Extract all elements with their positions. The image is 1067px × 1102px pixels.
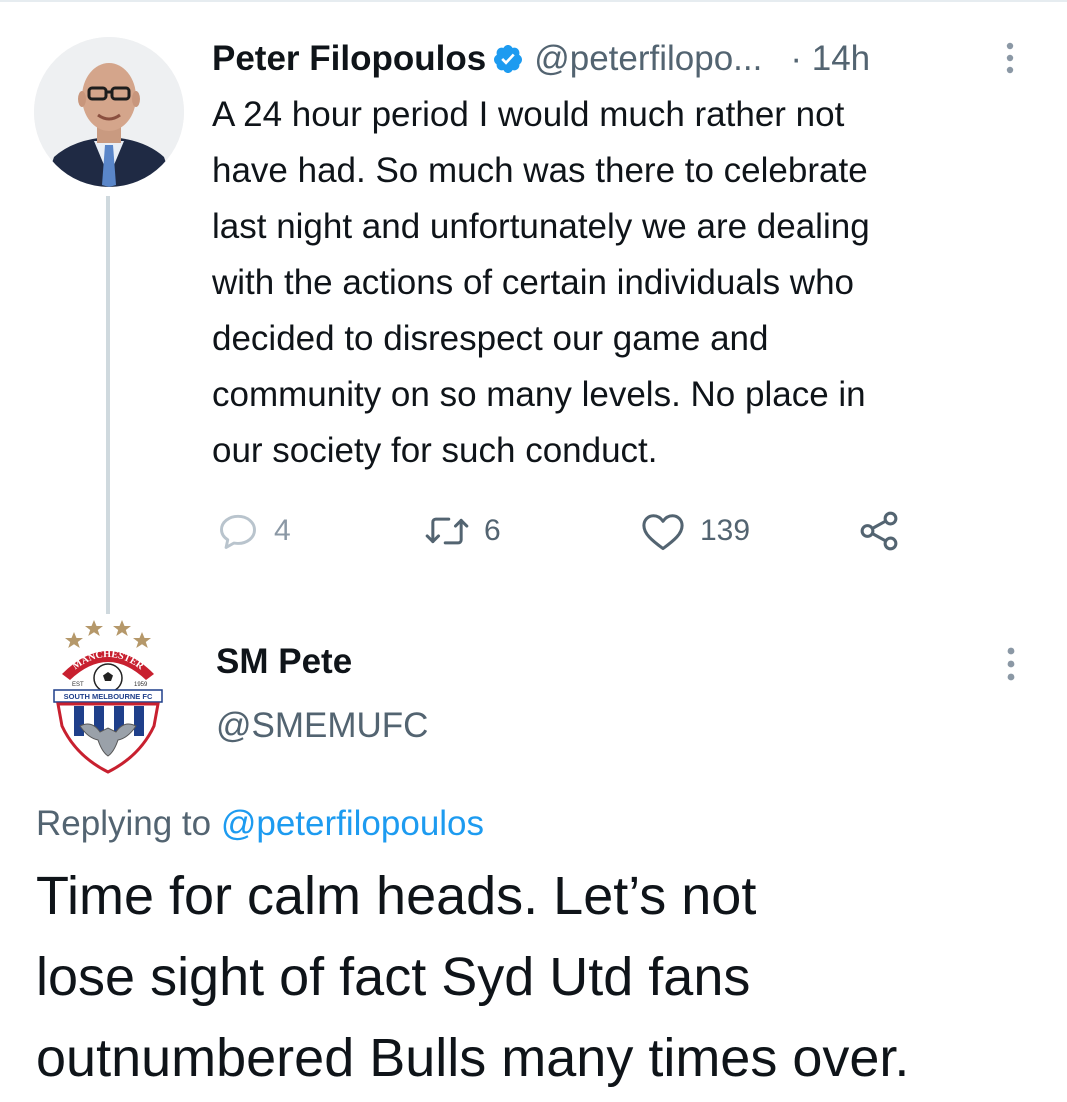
parent-tweet-text: A 24 hour period I would much rather not… [212, 95, 870, 470]
more-vertical-icon[interactable] [1002, 40, 1018, 76]
crest-est-text: EST [72, 682, 84, 688]
reply-tweet-text: Time for calm heads. Let’s not lose sigh… [36, 866, 910, 1088]
share-icon [860, 511, 898, 551]
avatar-sm-pete[interactable]: MANCHESTER EST 1959 SOUTH MELBOURNE FC [50, 616, 166, 776]
retweet-count: 6 [484, 514, 501, 547]
tweet-action-bar: 4 6 139 [0, 503, 1067, 559]
more-vertical-icon[interactable] [1003, 645, 1019, 683]
verified-badge-icon [492, 43, 524, 75]
heart-icon [642, 514, 684, 551]
crest-year-text: 1959 [134, 682, 148, 688]
replying-to-mention-link[interactable]: @peterfilopoulos [221, 804, 484, 843]
club-crest-image: MANCHESTER EST 1959 SOUTH MELBOURNE FC [53, 620, 163, 774]
like-button[interactable]: 139 [640, 503, 750, 559]
reply-author-name[interactable]: SM Pete [216, 642, 352, 682]
reply-button[interactable]: 4 [216, 503, 291, 559]
tweet-timestamp[interactable]: · 14h [790, 39, 870, 79]
crest-banner-text: SOUTH MELBOURNE FC [64, 692, 153, 701]
avatar-peter-filopoulos[interactable] [34, 37, 184, 187]
retweet-button[interactable]: 6 [424, 503, 501, 559]
author-name[interactable]: Peter Filopoulos [212, 39, 486, 79]
top-divider [0, 0, 1067, 2]
replying-to-label: Replying to [36, 804, 212, 843]
parent-tweet-header: Peter Filopoulos @peterfilopo... · 14h [212, 36, 1042, 82]
time-separator: · [790, 39, 803, 78]
reply-icon [220, 514, 256, 549]
reply-count: 4 [274, 514, 291, 547]
time-value: 14h [811, 39, 871, 78]
share-button[interactable] [856, 503, 902, 559]
replying-to-line: Replying to @peterfilopoulos [36, 804, 484, 844]
avatar-image [34, 37, 184, 187]
retweet-icon [425, 517, 469, 545]
like-count: 139 [700, 514, 751, 547]
author-handle[interactable]: @peterfilopo... [534, 39, 762, 79]
reply-author-handle[interactable]: @SMEMUFC [216, 706, 428, 746]
